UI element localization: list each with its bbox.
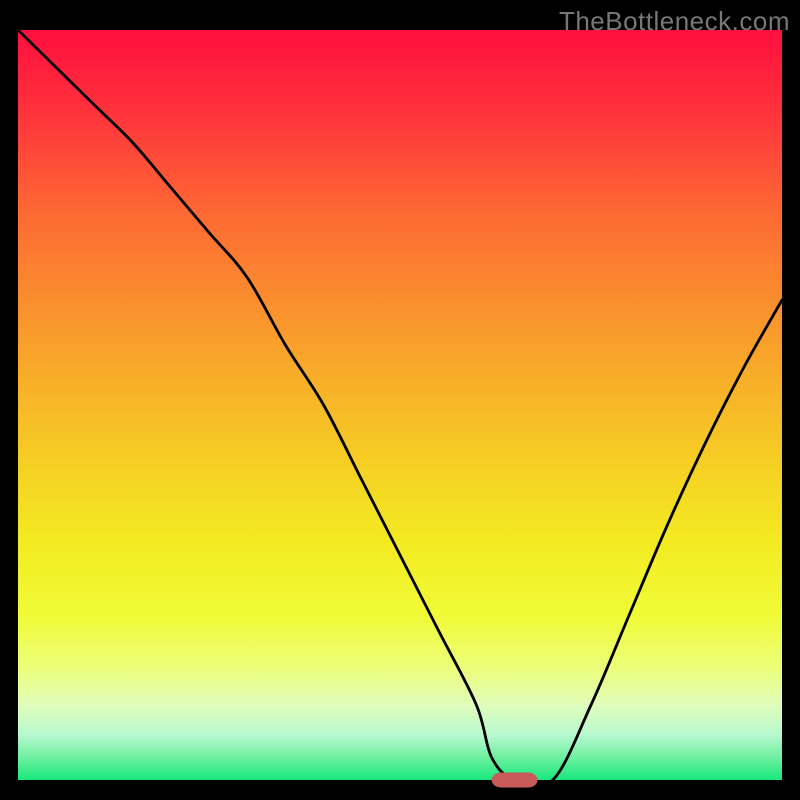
chart-container: TheBottleneck.com [0, 0, 800, 800]
bottleneck-chart [0, 0, 800, 800]
watermark-text: TheBottleneck.com [559, 6, 790, 37]
optimal-marker [492, 773, 538, 788]
